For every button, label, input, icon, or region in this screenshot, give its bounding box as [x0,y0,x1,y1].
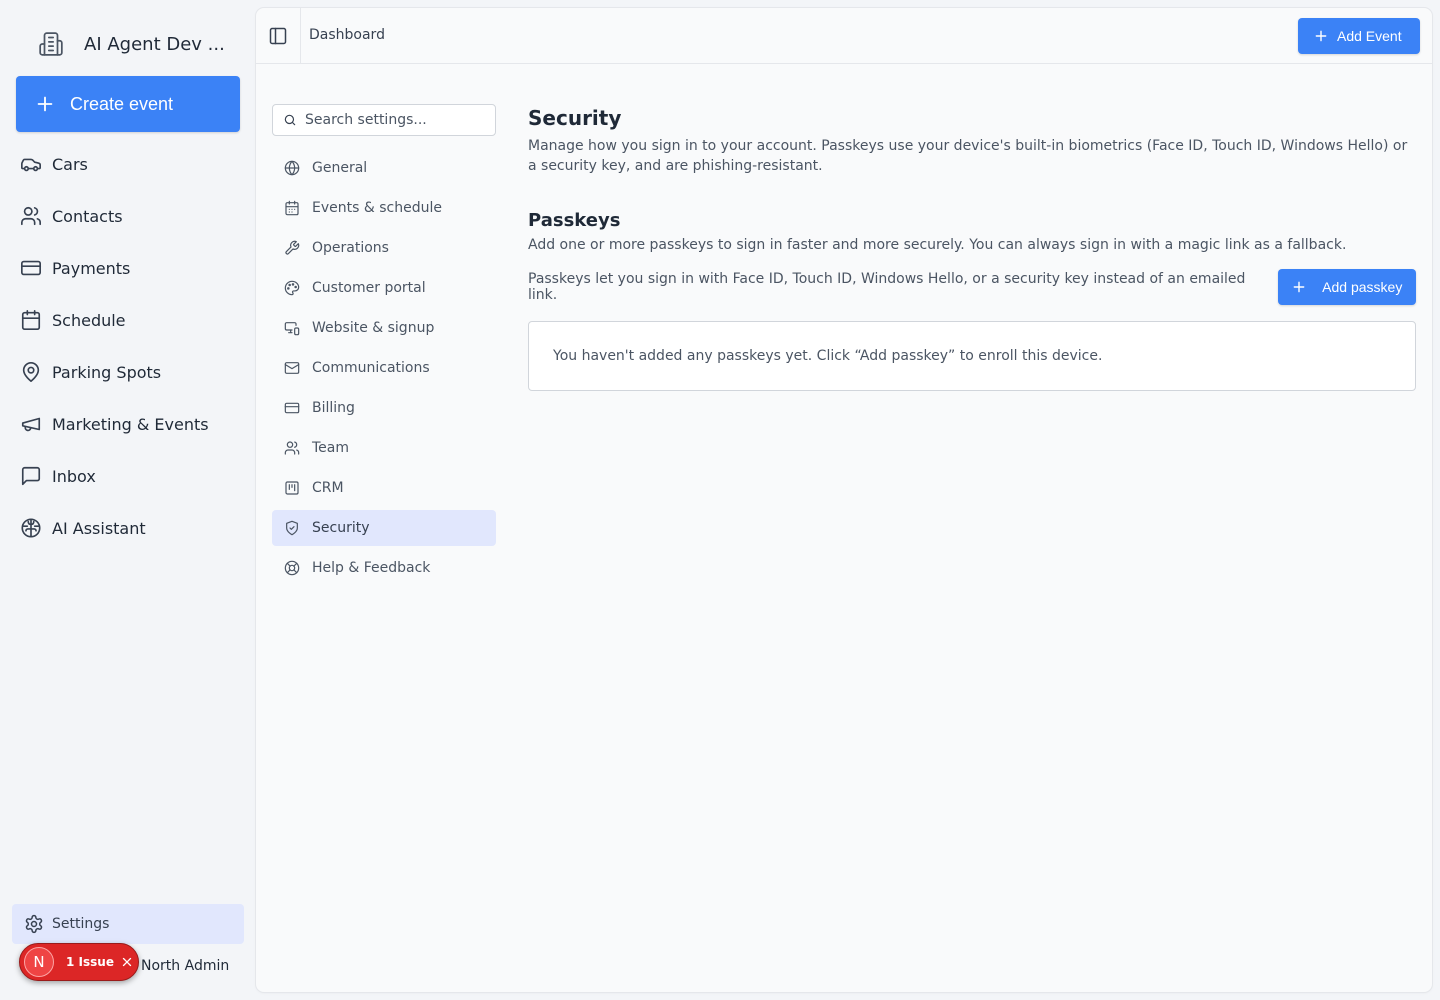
security-description: Manage how you sign in to your account. … [528,138,1408,174]
settings-nav-label: Customer portal [312,280,426,296]
add-passkey-label: Add passkey [1322,279,1403,295]
shield-check-icon [284,520,300,536]
topbar: Dashboard Add Event [256,8,1432,64]
sidebar-item-cars[interactable]: Cars [0,138,256,190]
globe-icon [284,160,300,176]
sidebar-item-label: Cars [52,154,88,174]
sidebar-nav: Cars Contacts Payments Schedule Parking … [0,138,256,554]
security-content: Security Manage how you sign in to your … [528,104,1416,391]
settings-nav-label: Help & Feedback [312,560,431,576]
sidebar-item-parking-spots[interactable]: Parking Spots [0,346,256,398]
plus-icon [1314,29,1328,43]
car-icon [20,153,42,175]
map-pin-icon [20,361,42,383]
megaphone-icon [20,413,42,435]
add-passkey-button[interactable]: Add passkey [1278,269,1416,305]
sidebar-item-settings[interactable]: Settings [12,904,244,944]
building-icon [38,31,64,57]
plus-icon [1292,280,1306,294]
calendar-icon [20,309,42,331]
user-name[interactable]: North Admin [141,958,229,974]
sidebar-item-label: Payments [52,258,131,278]
passkeys-empty-state: You haven't added any passkeys yet. Clic… [528,321,1416,391]
mail-icon [284,360,300,376]
sidebar-item-label: Schedule [52,310,126,330]
credit-card-icon [20,257,42,279]
settings-nav-label: Billing [312,400,355,416]
users-icon [284,440,300,456]
settings-nav-general[interactable]: General [272,150,496,186]
settings-nav-website-signup[interactable]: Website & signup [272,310,496,346]
settings-nav-label: Website & signup [312,320,435,336]
palette-icon [284,280,300,296]
settings-nav-label: Security [312,520,370,536]
settings-nav-billing[interactable]: Billing [272,390,496,426]
brain-icon [20,517,42,539]
settings-nav-events-schedule[interactable]: Events & schedule [272,190,496,226]
passkeys-action-row: Passkeys let you sign in with Face ID, T… [528,269,1416,305]
settings-nav-label: Events & schedule [312,200,442,216]
issue-avatar: N [24,947,54,977]
issue-count: 1 Issue [66,955,114,969]
topbar-divider [300,8,301,64]
settings-nav-help-feedback[interactable]: Help & Feedback [272,550,496,586]
settings-search[interactable] [272,104,496,136]
sidebar-item-ai-assistant[interactable]: AI Assistant [0,502,256,554]
add-event-button[interactable]: Add Event [1298,18,1420,54]
create-event-button[interactable]: Create event [16,76,240,132]
sidebar: AI Agent Dev ... Create event Cars Conta… [0,0,256,1000]
sidebar-item-label: AI Assistant [52,518,146,538]
brand-name: AI Agent Dev ... [84,33,225,55]
calendar-icon [284,200,300,216]
search-icon [283,113,297,127]
main-panel: Dashboard Add Event General Events & sch… [256,8,1432,992]
gear-icon [24,914,44,934]
sidebar-item-label: Parking Spots [52,362,162,382]
breadcrumb[interactable]: Dashboard [309,27,385,43]
settings-label: Settings [52,916,110,932]
passkeys-info: Passkeys let you sign in with Face ID, T… [528,271,1246,303]
sidebar-item-payments[interactable]: Payments [0,242,256,294]
settings-nav-team[interactable]: Team [272,430,496,466]
create-event-label: Create event [70,93,174,114]
sidebar-item-label: Inbox [52,466,96,486]
sidebar-item-schedule[interactable]: Schedule [0,294,256,346]
close-icon[interactable] [120,955,134,969]
add-event-label: Add Event [1337,28,1402,44]
users-icon [20,205,42,227]
settings-nav-customer-portal[interactable]: Customer portal [272,270,496,306]
issue-badge[interactable]: N 1 Issue [19,943,139,981]
settings-nav-label: Communications [312,360,430,376]
sidebar-item-label: Marketing & Events [52,414,209,434]
passkeys-description: Add one or more passkeys to sign in fast… [528,237,1347,253]
settings-nav-label: CRM [312,480,344,496]
life-buoy-icon [284,560,300,576]
search-input[interactable] [305,112,485,128]
monitor-smartphone-icon [284,320,300,336]
settings-nav-operations[interactable]: Operations [272,230,496,266]
settings-nav: General Events & schedule Operations Cus… [272,150,496,590]
settings-nav-communications[interactable]: Communications [272,350,496,386]
message-square-icon [20,465,42,487]
kanban-icon [284,480,300,496]
settings-nav-security[interactable]: Security [272,510,496,546]
sidebar-item-marketing-events[interactable]: Marketing & Events [0,398,256,450]
credit-card-icon [284,400,300,416]
passkeys-heading: Passkeys [528,210,621,231]
sidebar-item-inbox[interactable]: Inbox [0,450,256,502]
sidebar-item-label: Contacts [52,206,123,226]
settings-nav-label: Operations [312,240,389,256]
sidebar-toggle-icon[interactable] [268,26,288,46]
sidebar-item-contacts[interactable]: Contacts [0,190,256,242]
page-title: Security [528,106,622,130]
brand[interactable]: AI Agent Dev ... [38,30,225,58]
wrench-icon [284,240,300,256]
settings-nav-label: Team [312,440,350,456]
settings-nav-label: General [312,160,368,176]
plus-icon [34,93,56,115]
settings-nav-crm[interactable]: CRM [272,470,496,506]
